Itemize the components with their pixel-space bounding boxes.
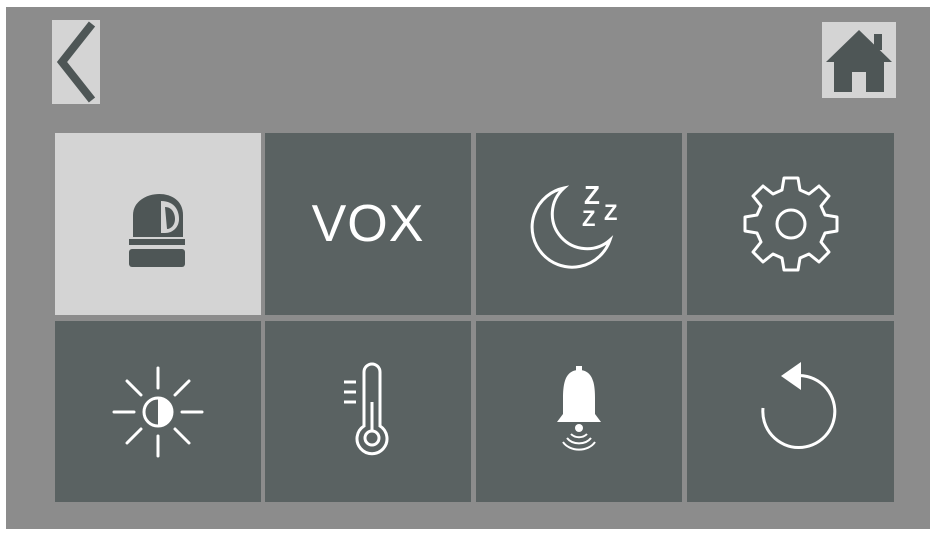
svg-text:Z: Z (582, 206, 595, 231)
gear-icon (743, 176, 838, 272)
back-button[interactable] (52, 20, 100, 104)
settings-tile[interactable] (687, 133, 894, 315)
vox-label: VOX (311, 195, 425, 253)
reset-icon (760, 361, 836, 449)
svg-text:Z: Z (604, 200, 617, 225)
sleep-tile[interactable]: Z Z Z (476, 133, 682, 315)
camera-settings-tile[interactable] (55, 133, 261, 315)
brightness-icon (112, 366, 204, 457)
camera-icon (129, 193, 185, 267)
brightness-tile[interactable] (55, 321, 261, 502)
home-icon (826, 30, 892, 92)
alarm-tile[interactable] (476, 321, 682, 502)
alarm-bell-icon (557, 365, 601, 451)
sleep-moon-icon: Z Z Z (530, 180, 617, 269)
temperature-tile[interactable] (265, 321, 471, 502)
vox-tile[interactable]: VOX (265, 133, 471, 315)
home-button[interactable] (822, 22, 896, 98)
thermometer-icon (344, 362, 389, 455)
chevron-left-icon (56, 21, 96, 103)
reset-tile[interactable] (687, 321, 894, 502)
